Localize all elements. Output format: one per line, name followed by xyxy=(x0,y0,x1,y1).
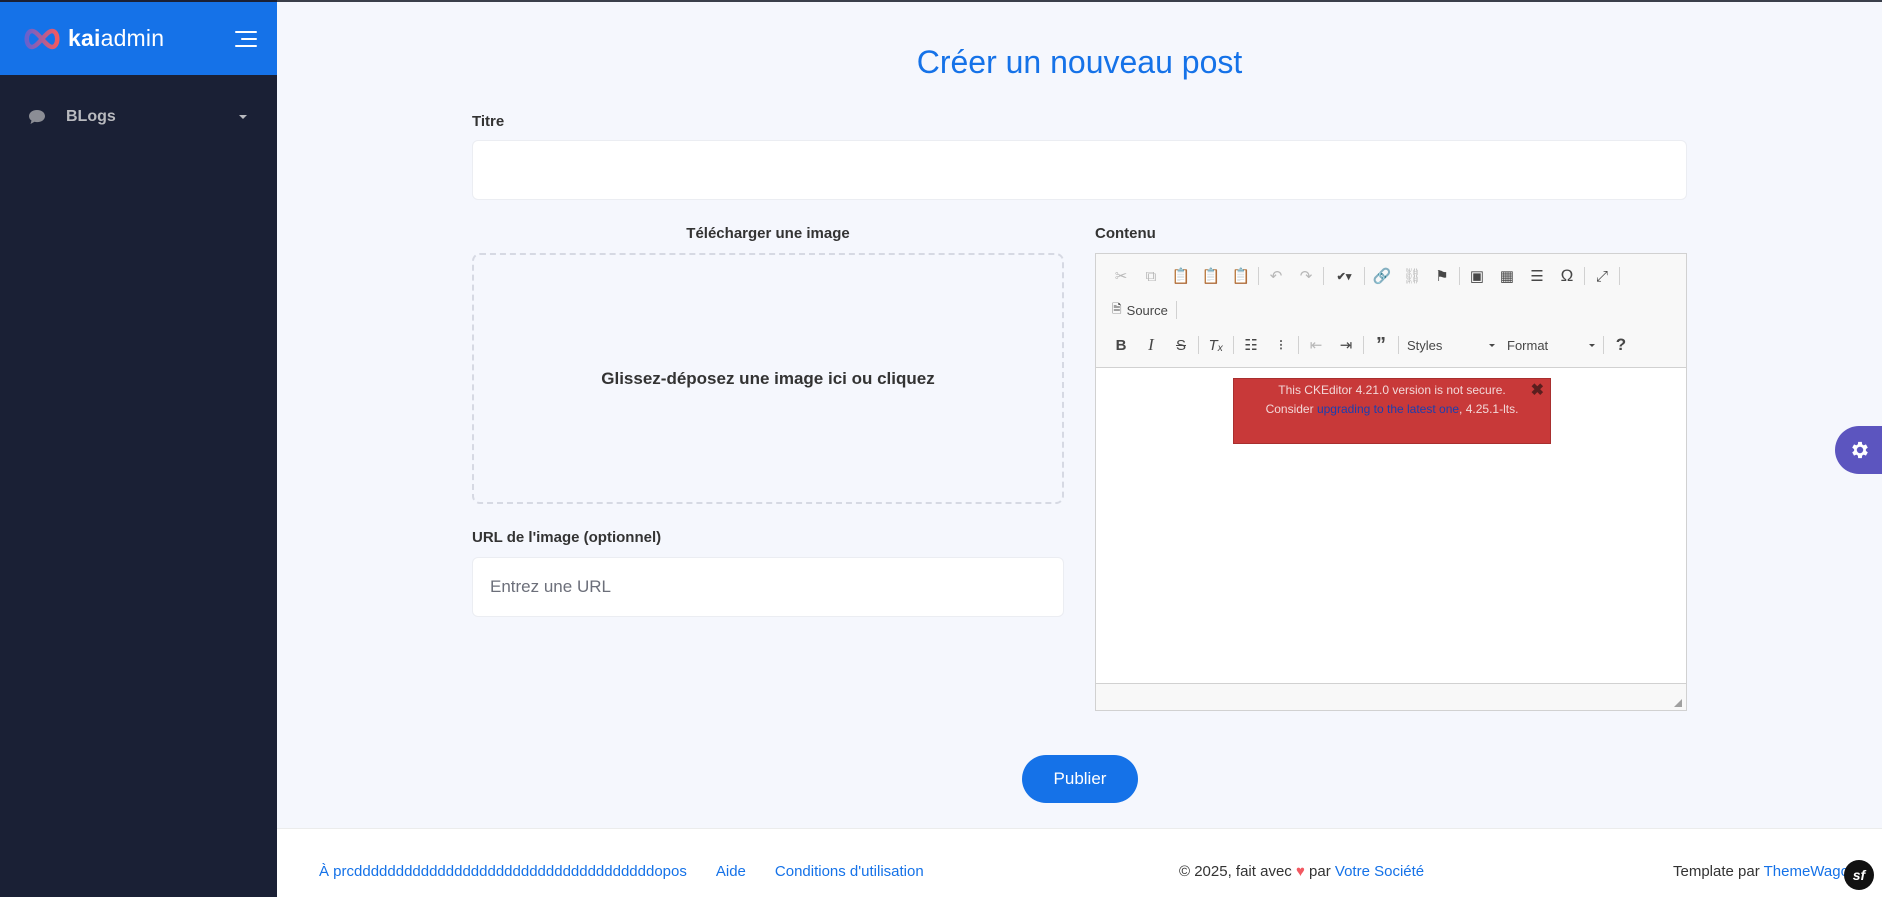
numbered-list-icon[interactable]: ☷ xyxy=(1236,332,1266,358)
gear-icon xyxy=(1852,441,1868,459)
editor-toolbar: ✂ ⧉ 📋 📋 📋 ↶ ↷ ✔▾ 🔗 ⛓ ⚑ ▣ ▦ ☰ Ω ⤢ 🗎 Sourc… xyxy=(1096,254,1686,368)
dropzone-text: Glissez-déposez une image ici ou cliquez xyxy=(601,368,935,388)
undo-icon[interactable]: ↶ xyxy=(1261,263,1291,289)
italic-icon[interactable]: I xyxy=(1136,332,1166,358)
paste-icon[interactable]: 📋 xyxy=(1166,263,1196,289)
comment-icon xyxy=(29,110,45,124)
maximize-icon[interactable]: ⤢ xyxy=(1587,263,1617,289)
horizontal-line-icon[interactable]: ☰ xyxy=(1522,263,1552,289)
chevron-down-icon xyxy=(1489,343,1495,347)
symfony-toolbar-icon[interactable]: sf xyxy=(1844,860,1874,890)
sidebar-item-label: BLogs xyxy=(66,108,116,125)
editor-content-area[interactable]: This CKEditor 4.21.0 version is not secu… xyxy=(1096,368,1686,683)
title-input[interactable] xyxy=(472,140,1687,200)
footer-credit: Template par ThemeWagon xyxy=(1673,863,1858,880)
styles-dropdown[interactable]: Styles xyxy=(1401,332,1501,358)
toolbar-row-1: ✂ ⧉ 📋 📋 📋 ↶ ↷ ✔▾ 🔗 ⛓ ⚑ ▣ ▦ ☰ Ω ⤢ xyxy=(1106,263,1622,289)
chevron-down-icon xyxy=(1589,343,1595,347)
cut-icon[interactable]: ✂ xyxy=(1106,263,1136,289)
footer-link-company[interactable]: Votre Société xyxy=(1335,863,1424,880)
paste-word-icon[interactable]: 📋 xyxy=(1226,263,1256,289)
copy-icon[interactable]: ⧉ xyxy=(1136,263,1166,289)
footer-link-terms[interactable]: Conditions d'utilisation xyxy=(775,863,924,880)
bulleted-list-icon[interactable]: ⁝ xyxy=(1266,332,1296,358)
publish-button[interactable]: Publier xyxy=(1022,755,1138,803)
footer-copyright: © 2025, fait avec ♥ par Votre Société xyxy=(1179,863,1425,880)
url-label: URL de l'image (optionnel) xyxy=(472,529,662,546)
image-dropzone[interactable]: Glissez-déposez une image ici ou cliquez xyxy=(472,253,1064,504)
help-icon[interactable]: ? xyxy=(1606,332,1636,358)
footer-links: À prcddddddddddddddddddddddddddddddddddd… xyxy=(319,863,924,880)
heart-icon: ♥ xyxy=(1295,863,1305,880)
format-dropdown[interactable]: Format xyxy=(1501,332,1601,358)
strikethrough-icon[interactable]: S xyxy=(1166,332,1196,358)
image-icon[interactable]: ▣ xyxy=(1462,263,1492,289)
indent-icon[interactable]: ⇥ xyxy=(1331,332,1361,358)
remove-format-icon[interactable]: Tₓ xyxy=(1201,332,1231,358)
special-char-icon[interactable]: Ω xyxy=(1552,263,1582,289)
content-label: Contenu xyxy=(1095,225,1156,242)
footer: À prcddddddddddddddddddddddddddddddddddd… xyxy=(277,828,1882,897)
upgrade-link[interactable]: upgrading to the latest one xyxy=(1317,402,1459,416)
rich-text-editor: ✂ ⧉ 📋 📋 📋 ↶ ↷ ✔▾ 🔗 ⛓ ⚑ ▣ ▦ ☰ Ω ⤢ 🗎 Sourc… xyxy=(1095,253,1687,711)
logo[interactable]: kaiadmin xyxy=(22,25,164,52)
infinity-logo-icon xyxy=(24,28,60,49)
blockquote-icon[interactable]: ” xyxy=(1366,332,1396,358)
title-label: Titre xyxy=(472,113,505,130)
security-warning: This CKEditor 4.21.0 version is not secu… xyxy=(1233,378,1551,444)
redo-icon[interactable]: ↷ xyxy=(1291,263,1321,289)
link-icon[interactable]: 🔗 xyxy=(1367,263,1397,289)
anchor-flag-icon[interactable]: ⚑ xyxy=(1427,263,1457,289)
resize-handle[interactable] xyxy=(1674,699,1682,707)
upload-label: Télécharger une image xyxy=(686,225,850,242)
table-icon[interactable]: ▦ xyxy=(1492,263,1522,289)
footer-link-about[interactable]: À prcddddddddddddddddddddddddddddddddddd… xyxy=(319,863,687,880)
image-url-input[interactable] xyxy=(472,557,1064,617)
chevron-down-icon xyxy=(239,115,247,119)
bold-icon[interactable]: B xyxy=(1106,332,1136,358)
footer-link-help[interactable]: Aide xyxy=(716,863,746,880)
sidebar-header: kaiadmin xyxy=(0,0,277,75)
source-icon: 🗎 xyxy=(1112,301,1122,316)
unlink-icon[interactable]: ⛓ xyxy=(1397,263,1427,289)
sidebar-item-blogs[interactable]: BLogs xyxy=(0,97,277,137)
settings-toggle-button[interactable] xyxy=(1835,426,1882,474)
logo-text: kaiadmin xyxy=(68,25,165,51)
sidebar-toggle-button[interactable] xyxy=(233,29,257,49)
paste-text-icon[interactable]: 📋 xyxy=(1196,263,1226,289)
toolbar-row-3: B I S Tₓ ☷ ⁝ ⇤ ⇥ ” Styles Format ? xyxy=(1106,332,1636,358)
toolbar-row-2: 🗎 Source xyxy=(1106,297,1179,323)
outdent-icon[interactable]: ⇤ xyxy=(1301,332,1331,358)
close-icon[interactable]: ✖ xyxy=(1531,381,1544,400)
top-border xyxy=(277,0,1882,2)
sidebar: kaiadmin BLogs xyxy=(0,0,277,897)
page-title: Créer un nouveau post xyxy=(916,44,1243,80)
editor-statusbar xyxy=(1096,683,1686,710)
source-button[interactable]: 🗎 Source xyxy=(1106,297,1174,323)
spellcheck-icon[interactable]: ✔▾ xyxy=(1326,263,1362,289)
